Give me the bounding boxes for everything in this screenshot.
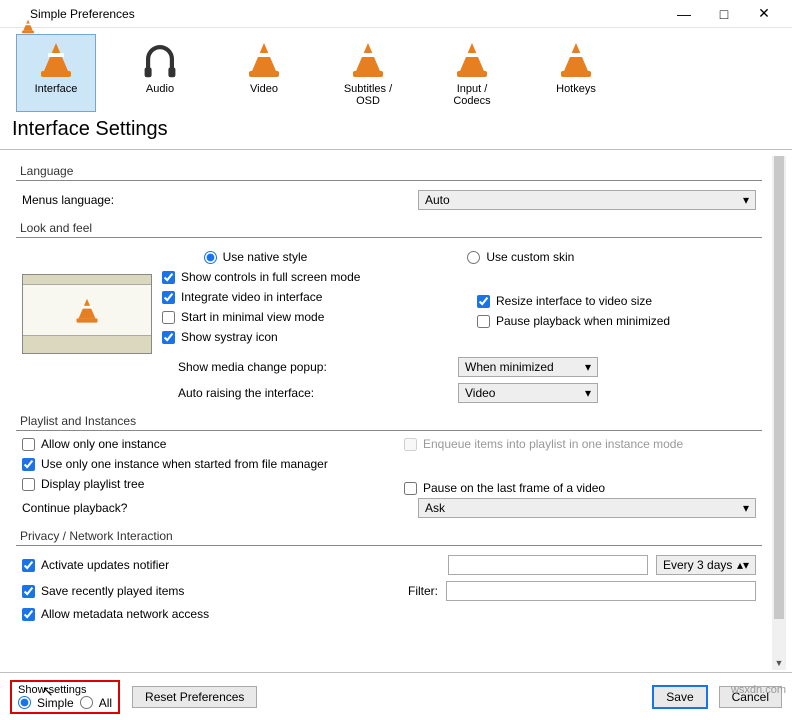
close-button[interactable]: ✕ xyxy=(744,0,784,28)
auto-raise-select[interactable]: Video ▾ xyxy=(458,383,598,403)
tab-interface[interactable]: Interface xyxy=(16,34,96,112)
group-title: Playlist and Instances xyxy=(16,412,762,431)
filter-input[interactable] xyxy=(446,581,756,601)
chevron-down-icon: ▾ xyxy=(585,360,591,374)
window-title: Simple Preferences xyxy=(30,7,664,21)
menus-language-select[interactable]: Auto ▾ xyxy=(418,190,756,210)
scrollbar[interactable]: ▲ ▼ xyxy=(772,156,786,670)
tab-label: Audio xyxy=(125,83,195,95)
select-value: Auto xyxy=(425,193,450,207)
tab-label: Input / Codecs xyxy=(437,83,507,107)
updates-interval-select[interactable]: Every 3 days ▴▾ xyxy=(656,555,756,575)
tab-label: Video xyxy=(229,83,299,95)
headphones-icon xyxy=(146,45,174,73)
chk-allow-metadata-network[interactable]: Allow metadata network access xyxy=(22,607,209,621)
select-value: Video xyxy=(465,386,495,400)
tab-hotkeys[interactable]: Hotkeys xyxy=(536,34,616,112)
radio-show-all[interactable]: All xyxy=(80,696,112,710)
chk-pause-last-frame[interactable]: Pause on the last frame of a video xyxy=(404,481,756,495)
chk-save-recently-played[interactable]: Save recently played items xyxy=(22,584,400,598)
menus-language-label: Menus language: xyxy=(22,193,132,207)
tab-label: Subtitles / OSD xyxy=(333,83,403,107)
radio-native-style[interactable]: Use native style xyxy=(204,250,308,264)
category-tabs: Interface Audio Video Subtitles / OSD In… xyxy=(0,28,792,112)
chk-integrate-video[interactable]: Integrate video in interface xyxy=(162,290,447,304)
chk-activate-updates[interactable]: Activate updates notifier xyxy=(22,558,440,572)
save-button[interactable]: Save xyxy=(653,686,706,708)
media-change-popup-label: Show media change popup: xyxy=(178,360,358,374)
tab-subtitles[interactable]: Subtitles / OSD xyxy=(328,34,408,112)
vlc-app-icon xyxy=(8,6,24,22)
tab-label: Hotkeys xyxy=(541,83,611,95)
chk-display-playlist-tree[interactable]: Display playlist tree xyxy=(22,477,374,491)
group-language: Language Menus language: Auto ▾ xyxy=(16,162,762,213)
scroll-down-icon[interactable]: ▼ xyxy=(772,656,786,670)
settings-scroll-area: Language Menus language: Auto ▾ Look and… xyxy=(6,156,786,670)
updates-interval-input[interactable] xyxy=(448,555,648,575)
cone-icon xyxy=(244,39,284,79)
show-settings-label: Show settings xyxy=(18,684,112,696)
radio-show-simple[interactable]: Simple xyxy=(18,696,74,710)
maximize-button[interactable]: □ xyxy=(704,0,744,28)
scrollbar-thumb[interactable] xyxy=(774,156,784,619)
interface-preview xyxy=(22,274,152,354)
spinner-icon: ▴▾ xyxy=(737,558,749,572)
cone-icon xyxy=(452,39,492,79)
tab-video[interactable]: Video xyxy=(224,34,304,112)
tab-input-codecs[interactable]: Input / Codecs xyxy=(432,34,512,112)
footer: Show settings Simple All Reset Preferenc… xyxy=(0,672,792,720)
chk-show-systray-icon[interactable]: Show systray icon xyxy=(162,330,447,344)
reset-preferences-button[interactable]: Reset Preferences xyxy=(132,686,257,708)
minimize-button[interactable]: ― xyxy=(664,0,704,28)
group-privacy-network: Privacy / Network Interaction Activate u… xyxy=(16,527,762,624)
continue-playback-select[interactable]: Ask ▾ xyxy=(418,498,756,518)
cone-icon xyxy=(348,39,388,79)
chk-allow-one-instance[interactable]: Allow only one instance xyxy=(22,437,374,451)
cone-icon xyxy=(36,39,76,79)
group-look-and-feel: Look and feel Use native style Use custo… xyxy=(16,219,762,406)
group-title: Look and feel xyxy=(16,219,762,238)
chk-enqueue-one-instance: Enqueue items into playlist in one insta… xyxy=(404,437,756,451)
watermark: wsxdn.com xyxy=(731,684,786,696)
chk-start-minimal-view[interactable]: Start in minimal view mode xyxy=(162,310,447,324)
cone-icon xyxy=(556,39,596,79)
chk-one-instance-file-manager[interactable]: Use only one instance when started from … xyxy=(22,457,374,471)
auto-raise-label: Auto raising the interface: xyxy=(178,386,358,400)
chk-show-controls-fullscreen[interactable]: Show controls in full screen mode xyxy=(162,270,447,284)
select-value: Ask xyxy=(425,501,445,515)
media-change-popup-select[interactable]: When minimized ▾ xyxy=(458,357,598,377)
cone-icon xyxy=(73,296,101,324)
radio-custom-skin[interactable]: Use custom skin xyxy=(467,250,574,264)
group-playlist-instances: Playlist and Instances Allow only one in… xyxy=(16,412,762,521)
titlebar: Simple Preferences ― □ ✕ xyxy=(0,0,792,28)
show-settings-group: Show settings Simple All xyxy=(10,680,120,714)
tab-label: Interface xyxy=(21,83,91,95)
page-title: Interface Settings xyxy=(0,112,792,150)
group-title: Language xyxy=(16,162,762,181)
chk-resize-interface[interactable]: Resize interface to video size xyxy=(477,294,762,308)
chk-pause-when-minimized[interactable]: Pause playback when minimized xyxy=(477,314,762,328)
chevron-down-icon: ▾ xyxy=(743,193,749,207)
group-title: Privacy / Network Interaction xyxy=(16,527,762,546)
continue-playback-label: Continue playback? xyxy=(22,501,132,515)
select-value: When minimized xyxy=(465,360,554,374)
filter-label: Filter: xyxy=(408,584,438,598)
select-value: Every 3 days xyxy=(663,558,732,572)
chevron-down-icon: ▾ xyxy=(585,386,591,400)
chevron-down-icon: ▾ xyxy=(743,501,749,515)
tab-audio[interactable]: Audio xyxy=(120,34,200,112)
